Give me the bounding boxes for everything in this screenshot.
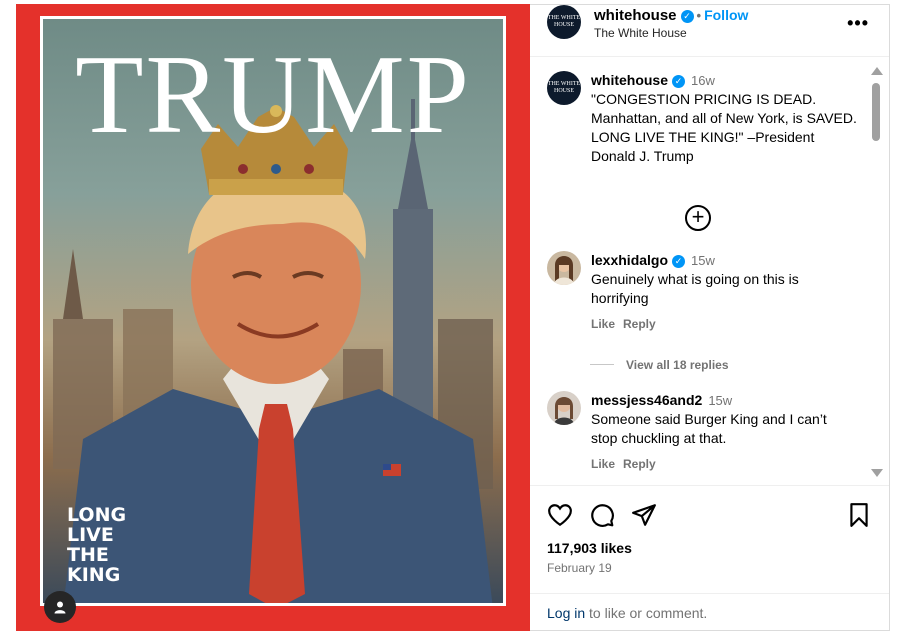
comment-time: 15w [691,253,715,268]
reply-button[interactable]: Reply [623,317,656,331]
like-comment-button[interactable]: Like [591,317,615,331]
follow-button[interactable]: Follow [704,7,748,23]
caption-body: whitehouse ✓ 16w "CONGESTION PRICING IS DE… [591,71,861,166]
tagged-user-icon[interactable] [44,591,76,623]
header-username-row: whitehouse ✓ • Follow [594,7,748,24]
avatar[interactable] [547,391,581,425]
comments-scrollbar[interactable] [869,67,883,477]
login-prompt-text: to like or comment. [585,605,708,621]
caption-text: "CONGESTION PRICING IS DEAD. Manhattan, … [591,91,857,164]
verified-badge-icon: ✓ [680,10,694,23]
scroll-thumb[interactable] [872,83,880,141]
more-horizontal-icon[interactable]: ••• [847,13,869,34]
comment-time: 15w [708,393,733,408]
comment-body: messjess46and2 15w Someone said Burger Ki… [591,391,841,448]
heart-icon[interactable] [547,502,573,528]
comment-body: lexxhidalgo ✓ 15w Genuinely what is going … [591,251,841,308]
like-comment-button[interactable]: Like [591,457,615,471]
plus-circle-icon[interactable]: + [685,205,711,231]
caption-username[interactable]: whitehouse [591,72,668,88]
cover-tagline: LONG LIVE THE KING [67,504,127,586]
bookmark-icon[interactable] [846,502,872,528]
caption-time: 16w [691,73,715,88]
view-replies-button[interactable]: View all 18 replies [590,358,729,372]
comments-list[interactable]: THE WHITE HOUSE whitehouse ✓ 16w "CONGESTI… [530,61,875,481]
cover-art: TRUMP LONG LIVE THE KING [40,16,506,606]
header-subtitle: The White House [594,26,687,40]
comment-actions: Like Reply [591,317,664,331]
post-image[interactable]: TRUMP LONG LIVE THE KING [16,4,530,631]
cover-title: TRUMP [75,33,471,157]
separator: • [696,8,702,23]
comment-actions: Like Reply [591,457,664,471]
post-date: February 19 [547,561,612,575]
verified-badge-icon: ✓ [672,255,686,268]
comment-text: Genuinely what is going on this is horri… [591,271,799,306]
login-prompt: Log in to like or comment. [530,593,889,632]
likes-count[interactable]: 117,903 likes [547,540,632,556]
avatar[interactable]: THE WHITE HOUSE [547,5,581,39]
avatar[interactable] [547,251,581,285]
post-header: THE WHITE HOUSE whitehouse ✓ • Follow The W… [530,5,889,57]
scroll-down-icon[interactable] [871,469,883,477]
scroll-up-icon[interactable] [871,67,883,75]
comment-icon[interactable] [589,502,615,528]
verified-badge-icon: ✓ [672,75,686,88]
send-icon[interactable] [631,502,657,528]
post-panel: THE WHITE HOUSE whitehouse ✓ • Follow The W… [530,4,890,631]
login-link[interactable]: Log in [547,605,585,621]
avatar[interactable]: THE WHITE HOUSE [547,71,581,105]
comment-username[interactable]: lexxhidalgo [591,252,668,268]
reply-button[interactable]: Reply [623,457,656,471]
comment-username[interactable]: messjess46and2 [591,392,702,408]
header-username[interactable]: whitehouse [594,7,677,24]
comment-text: Someone said Burger King and I can’t sto… [591,411,827,446]
